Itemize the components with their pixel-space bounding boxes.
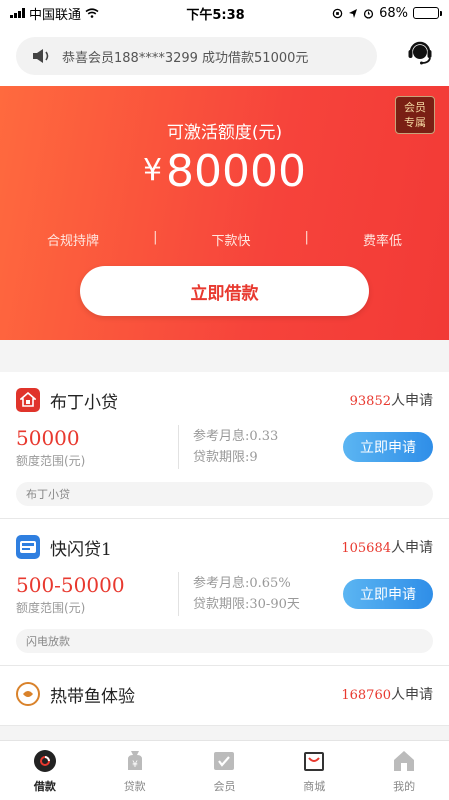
tab-member[interactable]: 会员: [180, 741, 270, 800]
alarm-icon: [363, 8, 374, 19]
feature-low-fee: 费率低: [362, 234, 402, 249]
loan-card-body: 50000 额度范围(元) 参考月息:0.33 贷款期限:9 立即申请: [16, 418, 433, 476]
loan-amount: 500-50000: [16, 572, 125, 597]
loan-term: 贷款期限:9: [193, 450, 258, 465]
loan-tag: 闪电放款: [16, 629, 433, 653]
apply-now-button[interactable]: 立即申请: [343, 579, 433, 609]
loan-amount-block: 50000 额度范围(元): [16, 426, 178, 469]
loan-card[interactable]: 热带鱼体验 168760人申请: [0, 666, 449, 726]
credit-amount-value: 80000: [166, 146, 307, 197]
svg-text:¥: ¥: [132, 760, 138, 770]
section-gap: [0, 340, 449, 372]
tab-profile[interactable]: 我的: [359, 741, 449, 800]
loan-rate: 参考月息:0.33: [193, 429, 279, 444]
status-left: 中国联通: [10, 4, 99, 23]
tab-label: 我的: [393, 779, 416, 793]
applicant-suffix: 人申请: [391, 540, 433, 556]
customer-service-icon[interactable]: [405, 36, 435, 66]
orientation-lock-icon: [332, 8, 343, 18]
loan-card-header: 热带鱼体验 168760人申请: [16, 680, 433, 708]
notice-marquee[interactable]: 恭喜会员188****3299 成功借款51000元: [16, 37, 377, 75]
loan-tag: 布丁小贷: [16, 482, 433, 506]
tab-label: 会员: [213, 779, 236, 793]
loan-product: 快闪贷1: [16, 535, 112, 560]
credit-title: 可激活额度(元): [166, 123, 283, 143]
notice-row: 恭喜会员188****3299 成功借款51000元: [0, 26, 449, 86]
applicant-suffix: 人申请: [391, 687, 433, 703]
battery-icon: [412, 7, 442, 19]
feature-separator: |: [153, 230, 158, 245]
signal-icon: [10, 8, 25, 18]
vertical-divider: [178, 572, 179, 616]
clock: 下午5:38: [186, 7, 245, 23]
tab-credit[interactable]: ¥ 贷款: [90, 741, 180, 800]
flash-loan-logo-icon: [16, 535, 40, 559]
feature-compliant: 合规持牌: [47, 234, 100, 249]
speaker-icon: [33, 49, 49, 63]
feature-separator: |: [304, 230, 309, 245]
vertical-divider: [178, 425, 179, 469]
battery-percent: 68%: [379, 5, 408, 21]
money-bag-icon: ¥: [127, 750, 142, 770]
feature-fast: 下款快: [211, 234, 251, 249]
tab-label: 商城: [303, 779, 326, 793]
wifi-icon: [85, 8, 99, 18]
app-screen: 中国联通 下午5:38 68% 恭喜会员188****3299 成功借款5100…: [0, 0, 449, 800]
loan-amount: 50000: [16, 425, 80, 450]
budding-loan-logo-icon: [16, 388, 40, 412]
currency-symbol: ¥: [142, 153, 163, 188]
applicant-number: 105684: [341, 541, 391, 556]
status-bar: 中国联通 下午5:38 68%: [0, 0, 449, 26]
status-right: 68%: [332, 5, 442, 21]
loan-card-header: 快闪贷1 105684人申请: [16, 533, 433, 561]
location-icon: [349, 8, 358, 18]
applicant-number: 168760: [341, 688, 391, 703]
loan-card-header: 布丁小贷 93852人申请: [16, 386, 433, 414]
tab-loan[interactable]: 借款: [0, 741, 90, 800]
carrier-label: 中国联通: [29, 7, 82, 23]
applicant-suffix: 人申请: [391, 393, 433, 409]
credit-hero-banner: 会员 专属 可激活额度(元) ¥80000 合规持牌 | 下款快 | 费率低 立…: [0, 86, 449, 340]
loan-amount-block: 500-50000 额度范围(元): [16, 573, 178, 616]
loan-card[interactable]: 布丁小贷 93852人申请 50000 额度范围(元) 参考月息:0.33 贷款…: [0, 372, 449, 519]
loan-card-body: 500-50000 额度范围(元) 参考月息:0.65% 贷款期限:30-90天…: [16, 565, 433, 623]
loan-product-name: 布丁小贷: [50, 392, 118, 413]
tab-label: 贷款: [123, 779, 146, 793]
loan-product-name: 热带鱼体验: [50, 686, 135, 707]
loan-card[interactable]: 快闪贷1 105684人申请 500-50000 额度范围(元) 参考月息:0.…: [0, 519, 449, 666]
tab-mall[interactable]: 商城: [269, 741, 359, 800]
credit-amount: ¥80000: [0, 146, 449, 197]
loan-terms: 参考月息:0.33 贷款期限:9: [193, 426, 343, 468]
applicant-count: 105684人申请: [341, 537, 433, 557]
bottom-tab-bar: 借款 ¥ 贷款 会员 商城 我的: [0, 740, 449, 800]
tab-label: 借款: [33, 779, 56, 793]
notice-text: 恭喜会员188****3299 成功借款51000元: [62, 50, 309, 66]
loan-terms: 参考月息:0.65% 贷款期限:30-90天: [193, 573, 343, 615]
loan-term: 贷款期限:30-90天: [193, 597, 300, 612]
loan-amount-label: 额度范围(元): [16, 453, 86, 468]
badge-line1: 会员: [404, 101, 426, 114]
applicant-number: 93852: [349, 394, 391, 409]
feature-list: 合规持牌 | 下款快 | 费率低: [0, 230, 449, 249]
tropical-fish-logo-icon: [16, 682, 40, 706]
applicant-count: 168760人申请: [341, 684, 433, 704]
borrow-now-button[interactable]: 立即借款: [80, 266, 369, 316]
shopping-bag-icon: [304, 751, 325, 771]
loan-disc-icon: [33, 749, 56, 772]
applicant-count: 93852人申请: [350, 390, 433, 410]
apply-now-button[interactable]: 立即申请: [343, 432, 433, 462]
loan-amount-label: 额度范围(元): [16, 600, 86, 615]
loan-product: 热带鱼体验: [16, 682, 135, 707]
loan-rate: 参考月息:0.65%: [193, 576, 291, 591]
home-icon: [394, 750, 415, 771]
loan-product: 布丁小贷: [16, 388, 118, 413]
member-card-icon: [214, 751, 235, 770]
loan-product-name: 快闪贷1: [50, 539, 112, 560]
